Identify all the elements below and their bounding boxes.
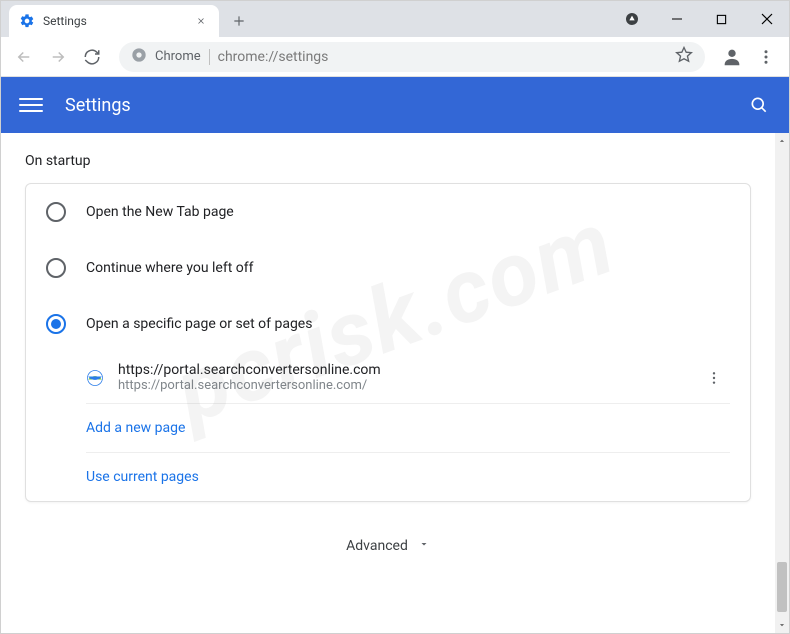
chevron-down-icon bbox=[418, 538, 430, 554]
address-bar[interactable]: Chrome chrome://settings bbox=[119, 42, 705, 72]
startup-card: Open the New Tab page Continue where you… bbox=[25, 183, 751, 502]
scroll-thumb[interactable] bbox=[777, 562, 787, 612]
browser-menu-icon[interactable] bbox=[751, 42, 781, 72]
vertical-scrollbar[interactable] bbox=[775, 133, 789, 633]
browser-title-bar: Settings bbox=[1, 1, 789, 37]
settings-content: On startup Open the New Tab page Continu… bbox=[1, 133, 775, 633]
radio-icon bbox=[46, 314, 66, 334]
reload-button[interactable] bbox=[77, 42, 107, 72]
page-entry-url: https://portal.searchconvertersonline.co… bbox=[118, 378, 692, 393]
radio-label: Continue where you left off bbox=[86, 260, 254, 276]
radio-icon bbox=[46, 202, 66, 222]
close-tab-icon[interactable] bbox=[193, 13, 209, 29]
hamburger-menu-icon[interactable] bbox=[19, 93, 43, 117]
new-tab-button[interactable] bbox=[225, 7, 253, 35]
site-favicon-icon bbox=[86, 369, 104, 387]
omnibox-divider bbox=[209, 49, 210, 65]
scroll-up-icon[interactable] bbox=[775, 133, 789, 149]
radio-icon bbox=[46, 258, 66, 278]
scroll-track[interactable] bbox=[775, 149, 789, 617]
window-controls bbox=[609, 1, 789, 37]
page-entry-title: https://portal.searchconvertersonline.co… bbox=[118, 362, 692, 378]
settings-title: Settings bbox=[65, 95, 747, 116]
radio-label: Open the New Tab page bbox=[86, 204, 234, 220]
settings-gear-icon bbox=[19, 13, 35, 29]
section-title-startup: On startup bbox=[1, 153, 775, 183]
incognito-icon[interactable] bbox=[609, 1, 654, 37]
scroll-down-icon[interactable] bbox=[775, 617, 789, 633]
back-button[interactable] bbox=[9, 42, 39, 72]
radio-new-tab[interactable]: Open the New Tab page bbox=[26, 184, 750, 240]
bookmark-star-icon[interactable] bbox=[675, 46, 693, 68]
close-window-button[interactable] bbox=[744, 1, 789, 37]
page-entry-more-icon[interactable] bbox=[706, 370, 730, 386]
forward-button[interactable] bbox=[43, 42, 73, 72]
profile-avatar-icon[interactable] bbox=[717, 42, 747, 72]
radio-label: Open a specific page or set of pages bbox=[86, 316, 312, 332]
search-icon[interactable] bbox=[747, 93, 771, 117]
radio-specific-pages[interactable]: Open a specific page or set of pages bbox=[26, 296, 750, 352]
chrome-logo-icon bbox=[131, 47, 147, 67]
minimize-button[interactable] bbox=[654, 1, 699, 37]
maximize-button[interactable] bbox=[699, 1, 744, 37]
advanced-label: Advanced bbox=[346, 538, 408, 554]
add-new-page-link[interactable]: Add a new page bbox=[86, 404, 730, 453]
settings-app-bar: Settings bbox=[1, 77, 789, 133]
browser-toolbar: Chrome chrome://settings bbox=[1, 37, 789, 77]
radio-continue[interactable]: Continue where you left off bbox=[26, 240, 750, 296]
omnibox-origin-label: Chrome bbox=[155, 49, 201, 64]
tab-title: Settings bbox=[43, 14, 185, 28]
startup-page-entry: https://portal.searchconvertersonline.co… bbox=[86, 352, 730, 404]
omnibox-url: chrome://settings bbox=[218, 49, 667, 65]
browser-tab[interactable]: Settings bbox=[9, 5, 219, 37]
advanced-toggle[interactable]: Advanced bbox=[1, 522, 775, 572]
use-current-pages-link[interactable]: Use current pages bbox=[86, 453, 730, 501]
